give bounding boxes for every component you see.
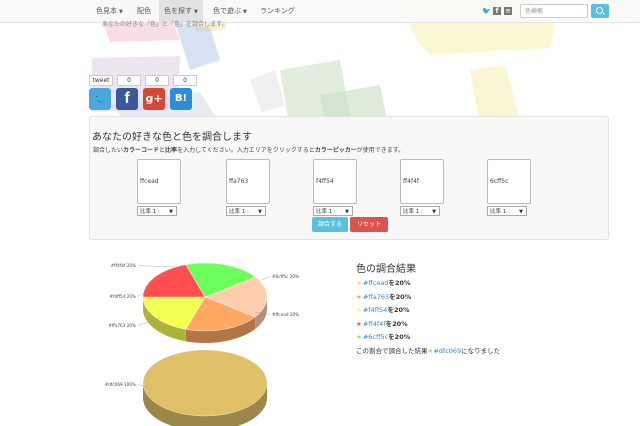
color-code-link[interactable]: #6cff5c <box>363 333 388 341</box>
pie-charts: #ffcead 20% #ffa763 20% #f4ff54 20% #ff4f4f… <box>105 262 299 426</box>
pie-label: #f4ff54 20% <box>110 294 137 299</box>
star-icon: ★ <box>356 292 362 301</box>
pie-chart: #dfc069 100% <box>105 349 268 426</box>
result-line: ★#ffceadを20% <box>356 279 411 287</box>
pie-chart: #ffcead 20% #ffa763 20% #f4ff54 20% #ff4f4f… <box>108 262 299 343</box>
pie-label: #ffcead 20% <box>272 312 299 317</box>
color-code-link[interactable]: #ff4f4f <box>363 320 386 328</box>
pie-label: #dfc069 100% <box>105 382 136 387</box>
star-icon: ★ <box>356 319 362 328</box>
star-icon: ★ <box>356 306 362 314</box>
star-icon: ★ <box>356 333 362 341</box>
result-line: ★#ffa763を20% <box>356 292 412 301</box>
color-code-link[interactable]: #ffcead <box>363 279 389 287</box>
color-code-link[interactable]: #f4ff54 <box>363 306 388 314</box>
results-summary: この割合で調合した結果★#dfc069になりました <box>356 347 501 355</box>
result-line: ★#6cff5cを20% <box>356 333 411 341</box>
result-line: ★#f4ff54を20% <box>356 306 410 314</box>
pie-label: #ff4f4f 20% <box>111 263 136 268</box>
result-line: ★#ff4f4fを20% <box>356 319 408 328</box>
pie-slice <box>142 349 268 417</box>
pie-label: #ffa763 20% <box>108 323 136 328</box>
pie-label: #6cff5c 20% <box>272 274 299 279</box>
color-code-link[interactable]: #ffa763 <box>363 293 389 301</box>
star-icon: ★ <box>356 279 362 287</box>
results-title: 色の調合結果 <box>356 264 416 275</box>
